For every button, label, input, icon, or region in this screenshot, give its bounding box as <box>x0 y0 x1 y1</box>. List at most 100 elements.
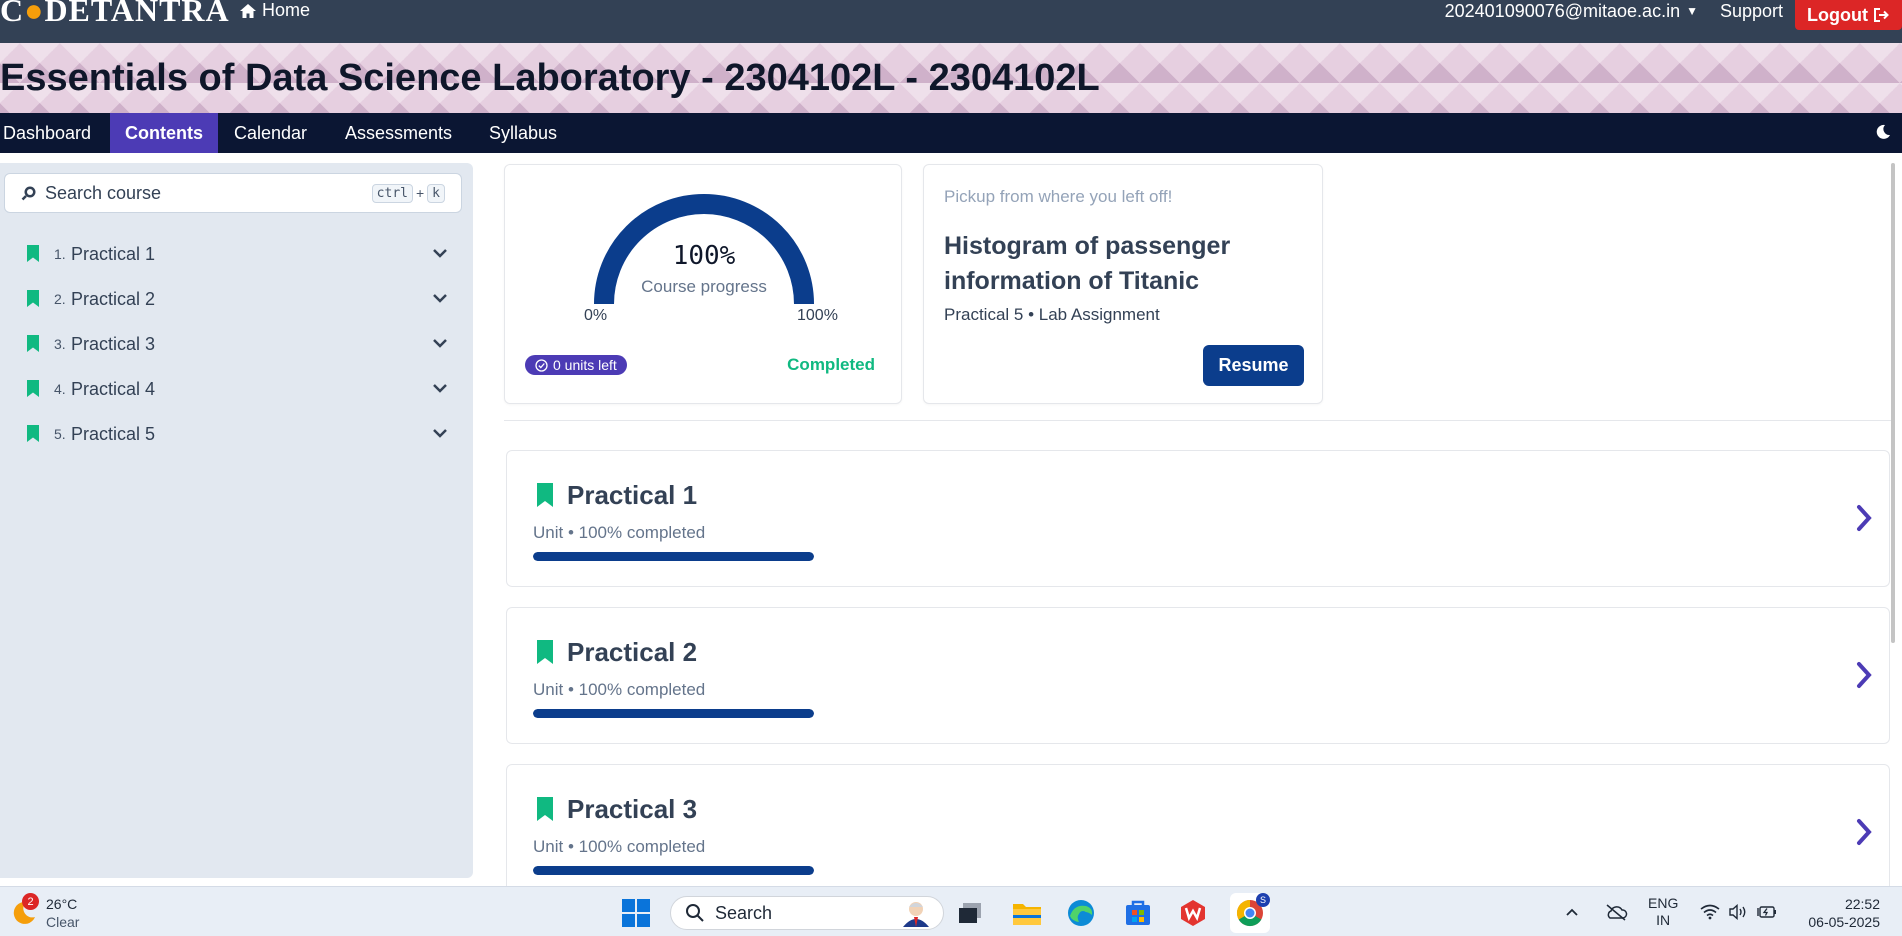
weather-alert-badge: 2 <box>22 893 39 910</box>
search-icon <box>21 186 36 201</box>
bookmark-icon <box>537 483 553 507</box>
system-status-icons[interactable] <box>1700 887 1778 936</box>
chevron-right-icon[interactable] <box>1855 817 1873 847</box>
chevron-right-icon[interactable] <box>1855 503 1873 533</box>
chrome-browser-icon[interactable]: S <box>1230 893 1270 933</box>
practical-progress-fill <box>533 552 814 561</box>
codetantra-logo[interactable]: C●DETANTRA <box>0 0 230 29</box>
edge-browser-icon[interactable] <box>1064 896 1098 930</box>
bookmark-icon <box>537 640 553 664</box>
completion-status: Completed <box>787 355 875 374</box>
tab-dashboard[interactable]: Dashboard <box>0 113 94 153</box>
chevron-down-icon[interactable] <box>432 427 448 439</box>
progress-percent: 100% <box>672 241 736 271</box>
main-scrollbar[interactable] <box>1891 163 1895 643</box>
tab-assessments[interactable]: Assessments <box>342 113 455 153</box>
practical-progress-bar <box>533 866 814 875</box>
file-explorer-icon[interactable] <box>1010 896 1044 930</box>
chevron-down-icon[interactable] <box>432 292 448 304</box>
unit-number: 4. <box>54 381 66 397</box>
bookmark-icon <box>27 290 39 307</box>
volume-icon <box>1729 904 1746 920</box>
onedrive-offline-icon[interactable] <box>1604 887 1628 936</box>
taskbar-search[interactable]: Search <box>670 896 944 930</box>
weather-condition: Clear <box>46 914 80 930</box>
pickup-text: Pickup from where you left off! <box>944 187 1173 206</box>
kbd-plus: + <box>415 185 425 201</box>
units-left-text: 0 units left <box>553 357 617 373</box>
support-link[interactable]: Support <box>1720 1 1783 22</box>
home-link[interactable]: Home <box>240 0 310 21</box>
chevron-down-icon[interactable] <box>432 382 448 394</box>
practical-title: Practical 2 <box>567 637 698 667</box>
top-bar: C●DETANTRA Home 202401090076@mitaoe.ac.i… <box>0 0 1902 43</box>
search-highlight-person-icon <box>903 902 929 927</box>
home-icon <box>240 3 256 18</box>
weather-widget[interactable]: 2 26°C Clear <box>8 893 80 931</box>
unit-number: 3. <box>54 336 66 352</box>
practical-card-2[interactable]: Practical 2 Unit • 100% completed <box>506 607 1890 744</box>
tab-contents[interactable]: Contents <box>110 113 218 153</box>
user-email-dropdown[interactable]: 202401090076@mitaoe.ac.in <box>1445 1 1680 22</box>
search-course-input[interactable] <box>45 182 372 204</box>
practical-card-3[interactable]: Practical 3 Unit • 100% completed <box>506 764 1890 901</box>
resume-card: Pickup from where you left off! Histogra… <box>923 164 1323 404</box>
progress-label: Course progress <box>641 277 767 296</box>
practical-progress-fill <box>533 709 814 718</box>
taskbar-clock[interactable]: 22:52 06-05-2025 <box>1808 895 1880 931</box>
microsoft-store-icon[interactable] <box>1121 896 1155 930</box>
search-icon <box>686 904 704 922</box>
sidebar-unit-practical-4[interactable]: 4. Practical 4 <box>0 369 460 409</box>
practical-progress-bar <box>533 709 814 718</box>
course-sidebar: ctrl + k 1. Practical 1 2. Practical 2 3… <box>0 163 473 878</box>
windows-start-icon[interactable] <box>619 896 653 930</box>
windows-taskbar: 2 26°C Clear Search S ENG IN 22:52 06-05… <box>0 886 1902 936</box>
home-label: Home <box>262 0 311 20</box>
keyboard-shortcut-hint: ctrl + k <box>371 183 445 203</box>
tab-calendar[interactable]: Calendar <box>231 113 310 153</box>
task-view-icon[interactable] <box>953 896 987 930</box>
sidebar-unit-practical-3[interactable]: 3. Practical 3 <box>0 324 460 364</box>
logout-button[interactable]: Logout <box>1795 0 1902 30</box>
practical-subtitle: Unit • 100% completed <box>533 837 706 856</box>
language-indicator[interactable]: ENG IN <box>1648 887 1678 936</box>
dark-mode-moon-icon[interactable] <box>1874 123 1892 141</box>
course-progress-card: 100% Course progress 0% 100% 0 units lef… <box>504 164 902 404</box>
gauge-min-label: 0% <box>584 307 608 324</box>
kbd-k: k <box>427 183 445 203</box>
sidebar-unit-practical-2[interactable]: 2. Practical 2 <box>0 279 460 319</box>
unit-label: Practical 2 <box>71 288 156 309</box>
unit-label: Practical 5 <box>71 423 156 444</box>
unit-number: 2. <box>54 291 66 307</box>
chevron-right-icon[interactable] <box>1855 660 1873 690</box>
bookmark-icon <box>27 380 39 397</box>
bookmark-icon <box>27 335 39 352</box>
bookmark-icon <box>27 425 39 442</box>
wps-office-icon[interactable] <box>1176 896 1210 930</box>
practical-title: Practical 1 <box>567 480 698 510</box>
bookmark-icon <box>537 797 553 821</box>
sidebar-unit-practical-1[interactable]: 1. Practical 1 <box>0 234 460 274</box>
sidebar-unit-practical-5[interactable]: 5. Practical 5 <box>0 414 460 454</box>
unit-number: 1. <box>54 246 66 262</box>
section-divider <box>504 420 1894 421</box>
resume-item-subtitle: Practical 5 • Lab Assignment <box>944 305 1160 324</box>
search-course-box[interactable]: ctrl + k <box>4 173 462 213</box>
resume-item-title: Histogram of passenger information of Ti… <box>944 232 1231 295</box>
unit-number: 5. <box>54 426 66 442</box>
unit-label: Practical 1 <box>71 243 156 264</box>
practical-card-1[interactable]: Practical 1 Unit • 100% completed <box>506 450 1890 587</box>
chevron-down-icon[interactable] <box>432 337 448 349</box>
clock-date: 06-05-2025 <box>1808 914 1880 930</box>
user-menu-area: 202401090076@mitaoe.ac.in ▼ Support Logo… <box>1445 0 1902 30</box>
practical-subtitle: Unit • 100% completed <box>533 680 706 699</box>
practical-subtitle: Unit • 100% completed <box>533 523 706 542</box>
practical-title: Practical 3 <box>567 794 698 824</box>
chrome-profile-badge: S <box>1256 893 1270 907</box>
resume-button[interactable]: Resume <box>1203 345 1304 386</box>
tab-syllabus[interactable]: Syllabus <box>486 113 560 153</box>
caret-down-icon[interactable]: ▼ <box>1686 4 1698 18</box>
chevron-down-icon[interactable] <box>432 247 448 259</box>
show-hidden-icons[interactable] <box>1565 887 1579 936</box>
clock-time: 22:52 <box>1844 896 1880 912</box>
